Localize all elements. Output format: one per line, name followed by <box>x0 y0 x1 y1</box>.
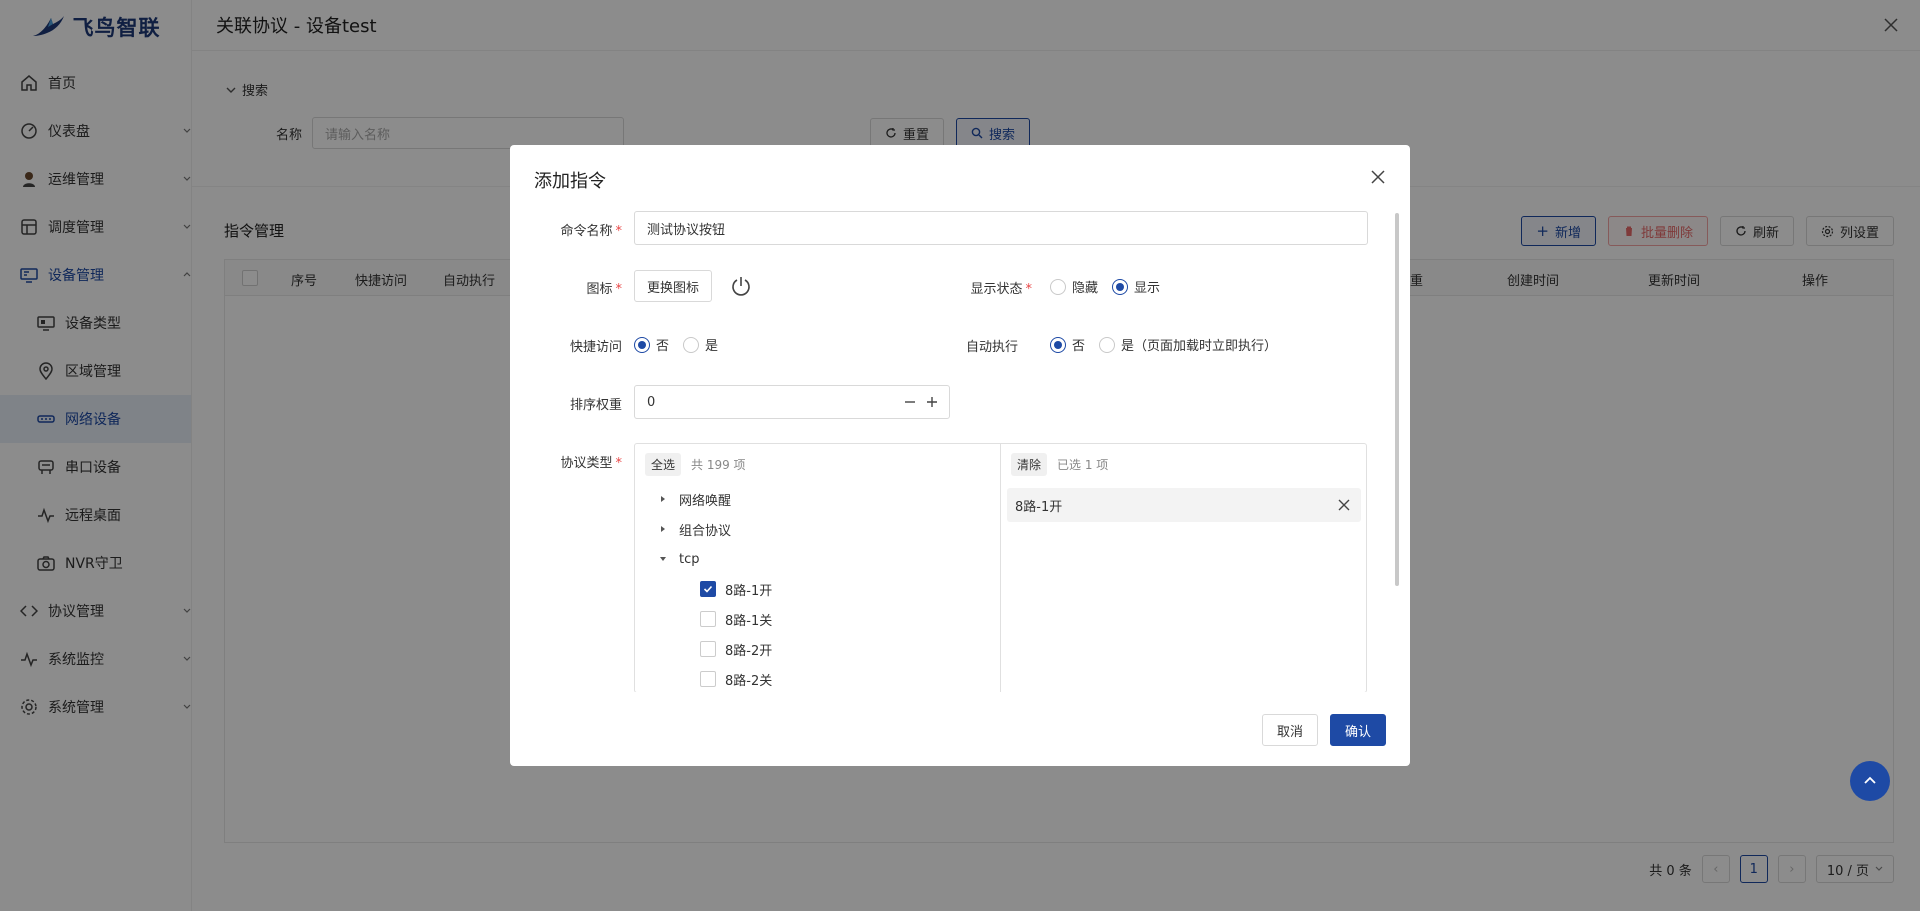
checkbox[interactable] <box>700 671 716 687</box>
remove-icon[interactable] <box>1337 498 1351 512</box>
checkbox-checked[interactable] <box>700 581 716 597</box>
tree-leaf[interactable]: 8路-2开 <box>635 634 1000 664</box>
modal-footer: 取消 确认 <box>1261 714 1386 746</box>
chevron-up-icon <box>1864 776 1876 784</box>
tree-node-tcp[interactable]: tcp <box>635 544 1000 574</box>
caret-right-icon[interactable] <box>657 493 669 505</box>
modal-scroll-viewport: 全选 共 199 项 网络唤醒 组合协议 tcp 8路-1开 8路-1关 8路-… <box>510 145 1400 692</box>
checkbox[interactable] <box>700 611 716 627</box>
source-count: 共 199 项 <box>691 457 746 472</box>
confirm-button[interactable]: 确认 <box>1329 714 1386 746</box>
protocol-transfer: 全选 共 199 项 网络唤醒 组合协议 tcp 8路-1开 8路-1关 8路-… <box>634 443 1367 692</box>
tree-node-wol[interactable]: 网络唤醒 <box>635 484 1000 514</box>
checkbox[interactable] <box>700 641 716 657</box>
check-icon <box>703 585 713 593</box>
target-count: 已选 1 项 <box>1057 457 1109 472</box>
selected-item: 8路-1开 <box>1007 488 1361 522</box>
caret-right-icon[interactable] <box>657 523 669 535</box>
select-all-button[interactable]: 全选 <box>645 452 682 476</box>
tree-leaf[interactable]: 8路-1开 <box>635 574 1000 604</box>
transfer-source: 全选 共 199 项 网络唤醒 组合协议 tcp 8路-1开 8路-1关 8路-… <box>635 444 1001 692</box>
tree-leaf[interactable]: 8路-1关 <box>635 604 1000 634</box>
caret-down-icon[interactable] <box>657 553 669 565</box>
back-to-top-button[interactable] <box>1850 761 1890 801</box>
add-command-modal: 添加指令 命令名称 * 测试协议按钮 图标 * 更换图标 显示状态 * 隐藏 显示 快… <box>510 145 1410 766</box>
tree-node-combo[interactable]: 组合协议 <box>635 514 1000 544</box>
tree-leaf[interactable]: 8路-2关 <box>635 664 1000 692</box>
clear-button[interactable]: 清除 <box>1011 452 1048 476</box>
cancel-button[interactable]: 取消 <box>1261 714 1318 746</box>
transfer-target: 清除 已选 1 项 8路-1开 <box>1001 444 1367 692</box>
